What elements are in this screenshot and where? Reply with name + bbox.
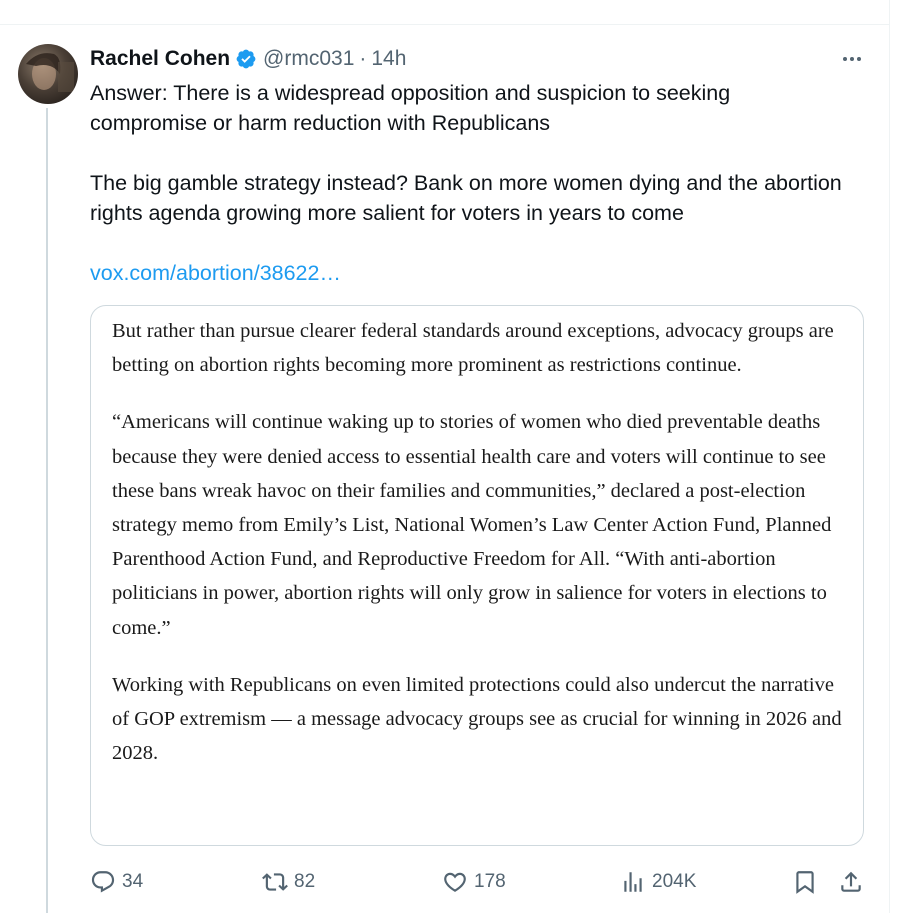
quote-paragraph: Working with Republicans on even limited…: [112, 673, 842, 765]
reply-icon: [91, 871, 115, 893]
quote-card[interactable]: But rather than pursue clearer federal s…: [90, 305, 864, 846]
verified-badge-icon: [235, 48, 257, 70]
views-icon: [624, 872, 642, 892]
reply-count: 34: [122, 871, 144, 892]
views-button[interactable]: 204K: [620, 862, 696, 902]
more-icon[interactable]: [838, 46, 866, 72]
bookmark-button[interactable]: [792, 862, 818, 902]
action-bar: 34 82 178 204K: [90, 862, 870, 902]
views-count: 204K: [652, 871, 697, 892]
reply-button[interactable]: 34: [90, 862, 143, 902]
share-icon: [841, 871, 861, 892]
avatar-photo: [26, 53, 74, 92]
article-link[interactable]: vox.com/abortion/38622…: [90, 258, 341, 288]
quote-paragraph: But rather than pursue clearer federal s…: [112, 320, 834, 377]
tweet-time[interactable]: 14h: [371, 47, 406, 71]
author-handle[interactable]: @rmc031: [263, 47, 354, 71]
quote-paragraph: “Americans will continue waking up to st…: [112, 411, 832, 639]
repost-button[interactable]: 82: [262, 862, 315, 902]
thread-line: [46, 108, 48, 913]
tweet-paragraph: Answer: There is a widespread opposition…: [90, 81, 731, 135]
bookmark-icon: [796, 871, 814, 894]
top-divider: [0, 24, 889, 25]
share-button[interactable]: [838, 862, 864, 902]
repost-icon: [262, 873, 288, 891]
like-icon: [444, 872, 466, 892]
avatar[interactable]: [18, 44, 78, 104]
right-divider: [889, 0, 890, 913]
author-name[interactable]: Rachel Cohen: [90, 47, 230, 71]
like-count: 178: [474, 871, 506, 892]
tweet-header: Rachel Cohen @rmc031 · 14h: [90, 44, 406, 74]
separator-dot: ·: [359, 47, 367, 70]
tweet-text: Answer: There is a widespread opposition…: [90, 78, 850, 228]
like-button[interactable]: 178: [442, 862, 506, 902]
repost-count: 82: [294, 871, 316, 892]
tweet-paragraph: The big gamble strategy instead? Bank on…: [90, 171, 842, 225]
